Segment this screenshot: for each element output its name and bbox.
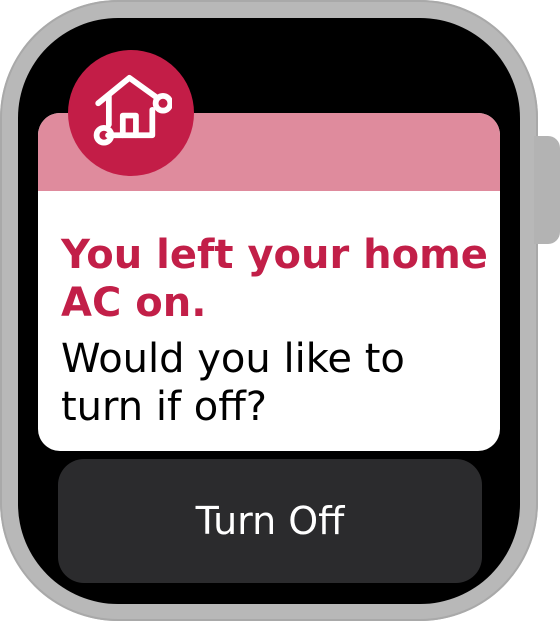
turn-off-button[interactable]: Turn Off bbox=[58, 459, 482, 583]
watch-device: You left your home AC on. Would you like… bbox=[0, 0, 560, 621]
notification-content: You left your home AC on. Would you like… bbox=[61, 231, 491, 431]
turn-off-button-label: Turn Off bbox=[195, 499, 345, 543]
digital-crown bbox=[534, 136, 560, 244]
smart-home-icon bbox=[68, 50, 194, 176]
notification-message: Would you like to turn if off? bbox=[61, 336, 405, 430]
notification-title: You left your home AC on. bbox=[61, 232, 488, 326]
watch-screen: You left your home AC on. Would you like… bbox=[18, 18, 520, 604]
